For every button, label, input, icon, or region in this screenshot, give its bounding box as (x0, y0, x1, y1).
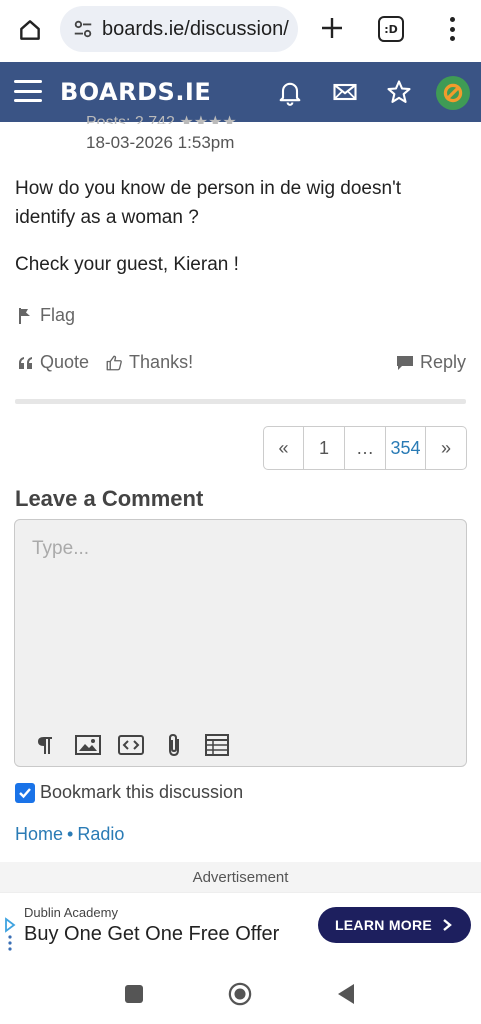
post-paragraph: Check your guest, Kieran ! (15, 254, 239, 275)
site-settings-icon[interactable] (72, 18, 94, 40)
pagination-ellipsis: … (345, 427, 386, 469)
post-actions: Quote Thanks! Reply (18, 352, 466, 373)
post-paragraph: How do you know de person in de wig does… (15, 178, 401, 228)
messages-envelope-icon[interactable] (331, 78, 359, 106)
post-divider (15, 399, 466, 404)
back-triangle-icon[interactable] (334, 982, 358, 1006)
checkmark-icon (19, 787, 31, 798)
new-tab-icon[interactable] (316, 12, 348, 44)
learn-more-label: LEARN MORE (334, 917, 433, 933)
pagination-next[interactable]: » (426, 427, 466, 469)
quote-button[interactable]: Quote (18, 352, 89, 373)
comment-textarea[interactable]: Type... (14, 519, 467, 767)
home-icon[interactable] (12, 12, 48, 48)
ad-headline[interactable]: Buy One Get One Free Offer (24, 923, 279, 946)
address-bar[interactable]: boards.ie/discussion/ (60, 6, 298, 52)
post-author-meta: Posts: 2,742 ★★★★ (86, 114, 237, 124)
chevron-right-icon (443, 919, 452, 931)
insert-table-icon[interactable] (203, 732, 231, 758)
browser-menu-icon[interactable] (440, 14, 464, 44)
bookmark-label: Bookmark this discussion (40, 782, 244, 802)
advertisement-banner[interactable]: Dublin Academy Buy One Get One Free Offe… (0, 892, 481, 956)
advertisement-label: Advertisement (0, 862, 481, 892)
quote-icon (19, 356, 32, 369)
hamburger-menu-icon[interactable] (14, 80, 42, 102)
reply-label: Reply (419, 352, 466, 372)
editor-toolbar (31, 732, 246, 758)
comment-heading: Leave a Comment (15, 486, 204, 511)
insert-image-icon[interactable] (74, 732, 102, 758)
bookmarks-star-icon[interactable] (385, 78, 413, 106)
recents-square-icon[interactable] (122, 982, 146, 1006)
flag-button[interactable]: Flag (18, 305, 75, 326)
bookmark-checkbox-row[interactable]: Bookmark this discussion (15, 782, 243, 803)
thanks-label: Thanks! (129, 352, 194, 372)
quote-label: Quote (40, 352, 90, 372)
ad-choices-icon[interactable] (4, 917, 16, 953)
pagination: « 1 … 354 » (263, 426, 467, 470)
flag-label: Flag (40, 305, 76, 325)
breadcrumb-radio[interactable]: Radio (77, 824, 124, 844)
pagination-prev[interactable]: « (264, 427, 304, 469)
breadcrumb: Home • Radio (15, 824, 124, 845)
flag-icon (19, 307, 30, 324)
post-date[interactable]: 18-03-2026 1:53pm (86, 133, 234, 153)
system-nav-bar (0, 964, 481, 1024)
notifications-bell-icon[interactable] (276, 78, 304, 106)
reply-button[interactable]: Reply (396, 352, 466, 373)
site-header: BOARDS.IE (0, 62, 481, 122)
pagination-page-last[interactable]: 354 (386, 427, 426, 469)
learn-more-button[interactable]: LEARN MORE (318, 907, 471, 943)
speech-bubble-icon (396, 355, 413, 370)
url-text[interactable]: boards.ie/discussion/ (102, 18, 289, 41)
site-logo[interactable]: BOARDS.IE (60, 78, 211, 106)
paragraph-format-icon[interactable] (31, 732, 59, 758)
breadcrumb-home[interactable]: Home (15, 824, 63, 844)
browser-toolbar: boards.ie/discussion/ :D (0, 0, 481, 60)
thumbs-up-icon (106, 355, 122, 370)
attach-file-icon[interactable] (160, 732, 188, 758)
post-body: How do you know de person in de wig does… (15, 174, 465, 297)
home-circle-icon[interactable] (228, 982, 252, 1006)
insert-code-icon[interactable] (117, 732, 145, 758)
tabs-switcher-button[interactable]: :D (378, 16, 404, 42)
breadcrumb-separator: • (67, 824, 74, 844)
pagination-page-first[interactable]: 1 (304, 427, 345, 469)
bookmark-checkbox[interactable] (15, 782, 35, 803)
comment-placeholder: Type... (32, 538, 90, 559)
ad-sponsor: Dublin Academy (24, 905, 118, 920)
user-avatar[interactable] (436, 76, 470, 110)
thanks-button[interactable]: Thanks! (105, 352, 193, 373)
